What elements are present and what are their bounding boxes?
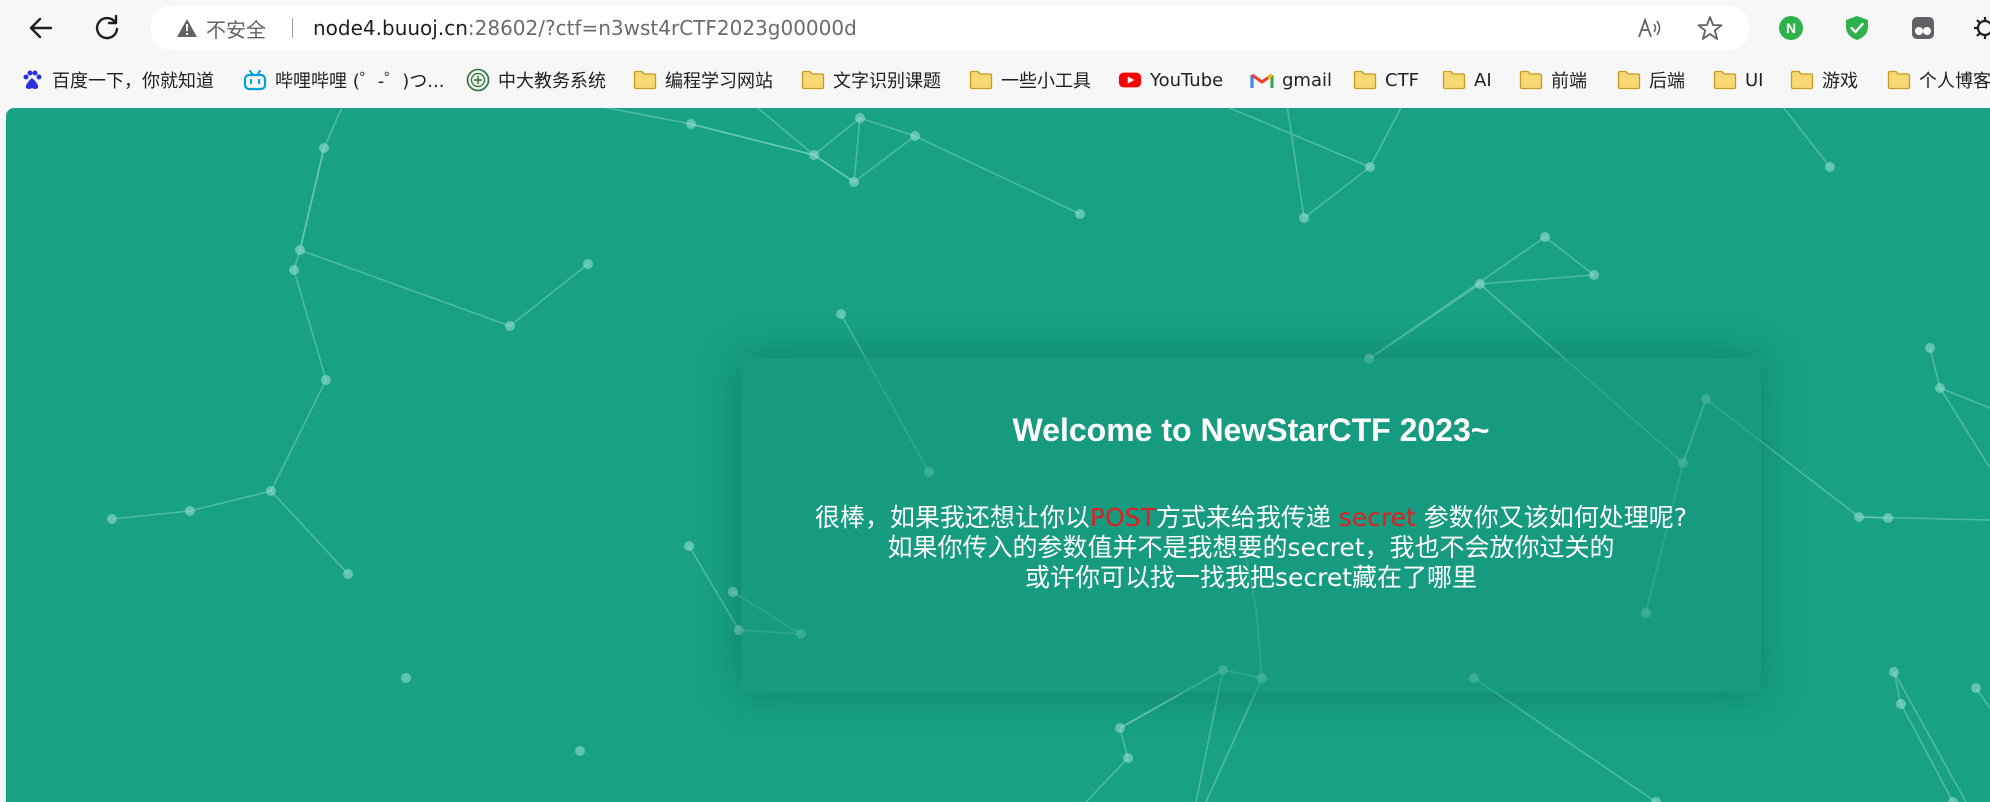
bookmark-label: 个人博客 bbox=[1919, 71, 1990, 92]
bookmark-label: 中大教务系统 bbox=[498, 71, 606, 92]
tampermonkey-icon bbox=[1912, 17, 1934, 39]
warning-icon bbox=[177, 19, 197, 37]
bookmark-label: UI bbox=[1745, 69, 1764, 91]
read-aloud-icon bbox=[1638, 17, 1661, 38]
bookmark-sysu[interactable]: 中大教务系统 bbox=[466, 62, 606, 98]
folder-icon bbox=[633, 68, 657, 92]
address-bar[interactable]: 不安全 node4.buuoj.cn:28602/?ctf=n3wst4rCTF… bbox=[150, 6, 1750, 50]
bookmark-label: 哔哩哔哩 (゜-゜)つ... bbox=[275, 71, 445, 92]
gear-icon bbox=[1974, 17, 1990, 39]
sysu-icon bbox=[466, 68, 490, 92]
folder-icon bbox=[1617, 68, 1641, 92]
bookmark-folder-frontend[interactable]: 前端 bbox=[1519, 62, 1587, 98]
favorite-button[interactable] bbox=[1696, 14, 1724, 42]
bookmark-folder-ui[interactable]: UI bbox=[1713, 62, 1763, 98]
security-label: 不安全 bbox=[206, 17, 266, 42]
youtube-icon bbox=[1118, 68, 1142, 92]
post-keyword: POST bbox=[1089, 503, 1156, 532]
bookmark-label: 后端 bbox=[1649, 71, 1685, 92]
page-title: Welcome to NewStarCTF 2023~ bbox=[1012, 412, 1490, 448]
n-extension-icon: N bbox=[1779, 16, 1803, 40]
svg-text:N: N bbox=[1786, 20, 1796, 36]
bookmark-folder-coding[interactable]: 编程学习网站 bbox=[633, 62, 773, 98]
bilibili-icon bbox=[243, 68, 267, 92]
folder-icon bbox=[801, 68, 825, 92]
bookmark-youtube[interactable]: YouTube bbox=[1118, 62, 1223, 98]
folder-icon bbox=[1353, 68, 1377, 92]
secret-keyword: secret bbox=[1338, 503, 1416, 532]
extension-shield-button[interactable] bbox=[1842, 13, 1872, 43]
bookmark-label: gmail bbox=[1282, 69, 1332, 91]
extension-n-button[interactable]: N bbox=[1776, 13, 1806, 43]
bookmark-label: 前端 bbox=[1551, 71, 1587, 92]
url-host: node4.buuoj.cn bbox=[313, 16, 468, 40]
bookmarks-bar: 百度一下，你就知道 哔哩哔哩 (゜-゜)つ... 中大教务系统 编程学习网站 文… bbox=[0, 62, 1990, 98]
bookmark-gmail[interactable]: gmail bbox=[1250, 62, 1332, 98]
baidu-icon bbox=[20, 68, 44, 92]
bookmark-folder-ctf[interactable]: CTF bbox=[1353, 62, 1419, 98]
back-arrow-icon bbox=[29, 17, 53, 39]
folder-icon bbox=[1442, 68, 1466, 92]
line1-part-b: 方式来给我传递 bbox=[1155, 503, 1339, 532]
line1-part-a: 很棒，如果我还想让你以 bbox=[814, 503, 1090, 532]
bookmark-label: 编程学习网站 bbox=[665, 71, 773, 92]
bookmark-bilibili[interactable]: 哔哩哔哩 (゜-゜)つ... bbox=[243, 62, 444, 98]
shield-check-icon bbox=[1846, 16, 1868, 40]
folder-icon bbox=[1887, 68, 1911, 92]
bookmark-folder-games[interactable]: 游戏 bbox=[1790, 62, 1858, 98]
reload-button[interactable] bbox=[89, 10, 125, 46]
address-separator bbox=[292, 18, 293, 38]
reload-icon bbox=[95, 14, 119, 40]
gmail-icon bbox=[1250, 68, 1274, 92]
extension-tampermonkey-button[interactable] bbox=[1908, 13, 1938, 43]
bookmark-folder-backend[interactable]: 后端 bbox=[1617, 62, 1685, 98]
bookmark-label: 游戏 bbox=[1822, 71, 1858, 92]
line1-part-c: 参数你又该如何处理呢? bbox=[1415, 503, 1688, 532]
extensions-puzzle-button[interactable] bbox=[1970, 13, 1990, 43]
folder-icon bbox=[1519, 68, 1543, 92]
bookmark-baidu[interactable]: 百度一下，你就知道 bbox=[20, 62, 214, 98]
message-line-2: 如果你传入的参数值并不是我想要的secret，我也不会放你过关的 bbox=[887, 533, 1615, 562]
security-indicator[interactable]: 不安全 bbox=[176, 6, 266, 50]
folder-icon bbox=[1790, 68, 1814, 92]
bookmark-label: CTF bbox=[1385, 69, 1419, 91]
bookmark-folder-ocr[interactable]: 文字识别课题 bbox=[801, 62, 941, 98]
challenge-message: 很棒，如果我还想让你以POST方式来给我传递 secret 参数你又该如何处理呢… bbox=[801, 503, 1701, 593]
bookmark-label: YouTube bbox=[1150, 69, 1224, 91]
bookmark-folder-blog[interactable]: 个人博客 bbox=[1887, 62, 1990, 98]
back-button[interactable] bbox=[23, 10, 59, 46]
folder-icon bbox=[969, 68, 993, 92]
message-line-3: 或许你可以找一找我把secret藏在了哪里 bbox=[1024, 563, 1478, 592]
read-aloud-button[interactable] bbox=[1636, 14, 1664, 42]
bookmark-label: 文字识别课题 bbox=[833, 71, 941, 92]
bookmark-folder-tools[interactable]: 一些小工具 bbox=[969, 62, 1091, 98]
welcome-card: Welcome to NewStarCTF 2023~ 很棒，如果我还想让你以P… bbox=[741, 358, 1761, 693]
bookmark-label: 一些小工具 bbox=[1001, 71, 1091, 92]
star-icon bbox=[1697, 16, 1723, 40]
page-content: Welcome to NewStarCTF 2023~ 很棒，如果我还想让你以P… bbox=[6, 108, 1990, 802]
folder-icon bbox=[1713, 68, 1737, 92]
url-text[interactable]: node4.buuoj.cn:28602/?ctf=n3wst4rCTF2023… bbox=[313, 6, 857, 50]
message-line-1: 很棒，如果我还想让你以POST方式来给我传递 secret 参数你又该如何处理呢… bbox=[801, 503, 1701, 533]
bookmark-folder-ai[interactable]: AI bbox=[1442, 62, 1492, 98]
url-path: :28602/?ctf=n3wst4rCTF2023g00000d bbox=[467, 16, 857, 40]
bookmark-label: AI bbox=[1474, 69, 1492, 91]
bookmark-label: 百度一下，你就知道 bbox=[52, 71, 214, 92]
browser-toolbar: 不安全 node4.buuoj.cn:28602/?ctf=n3wst4rCTF… bbox=[0, 0, 1990, 55]
